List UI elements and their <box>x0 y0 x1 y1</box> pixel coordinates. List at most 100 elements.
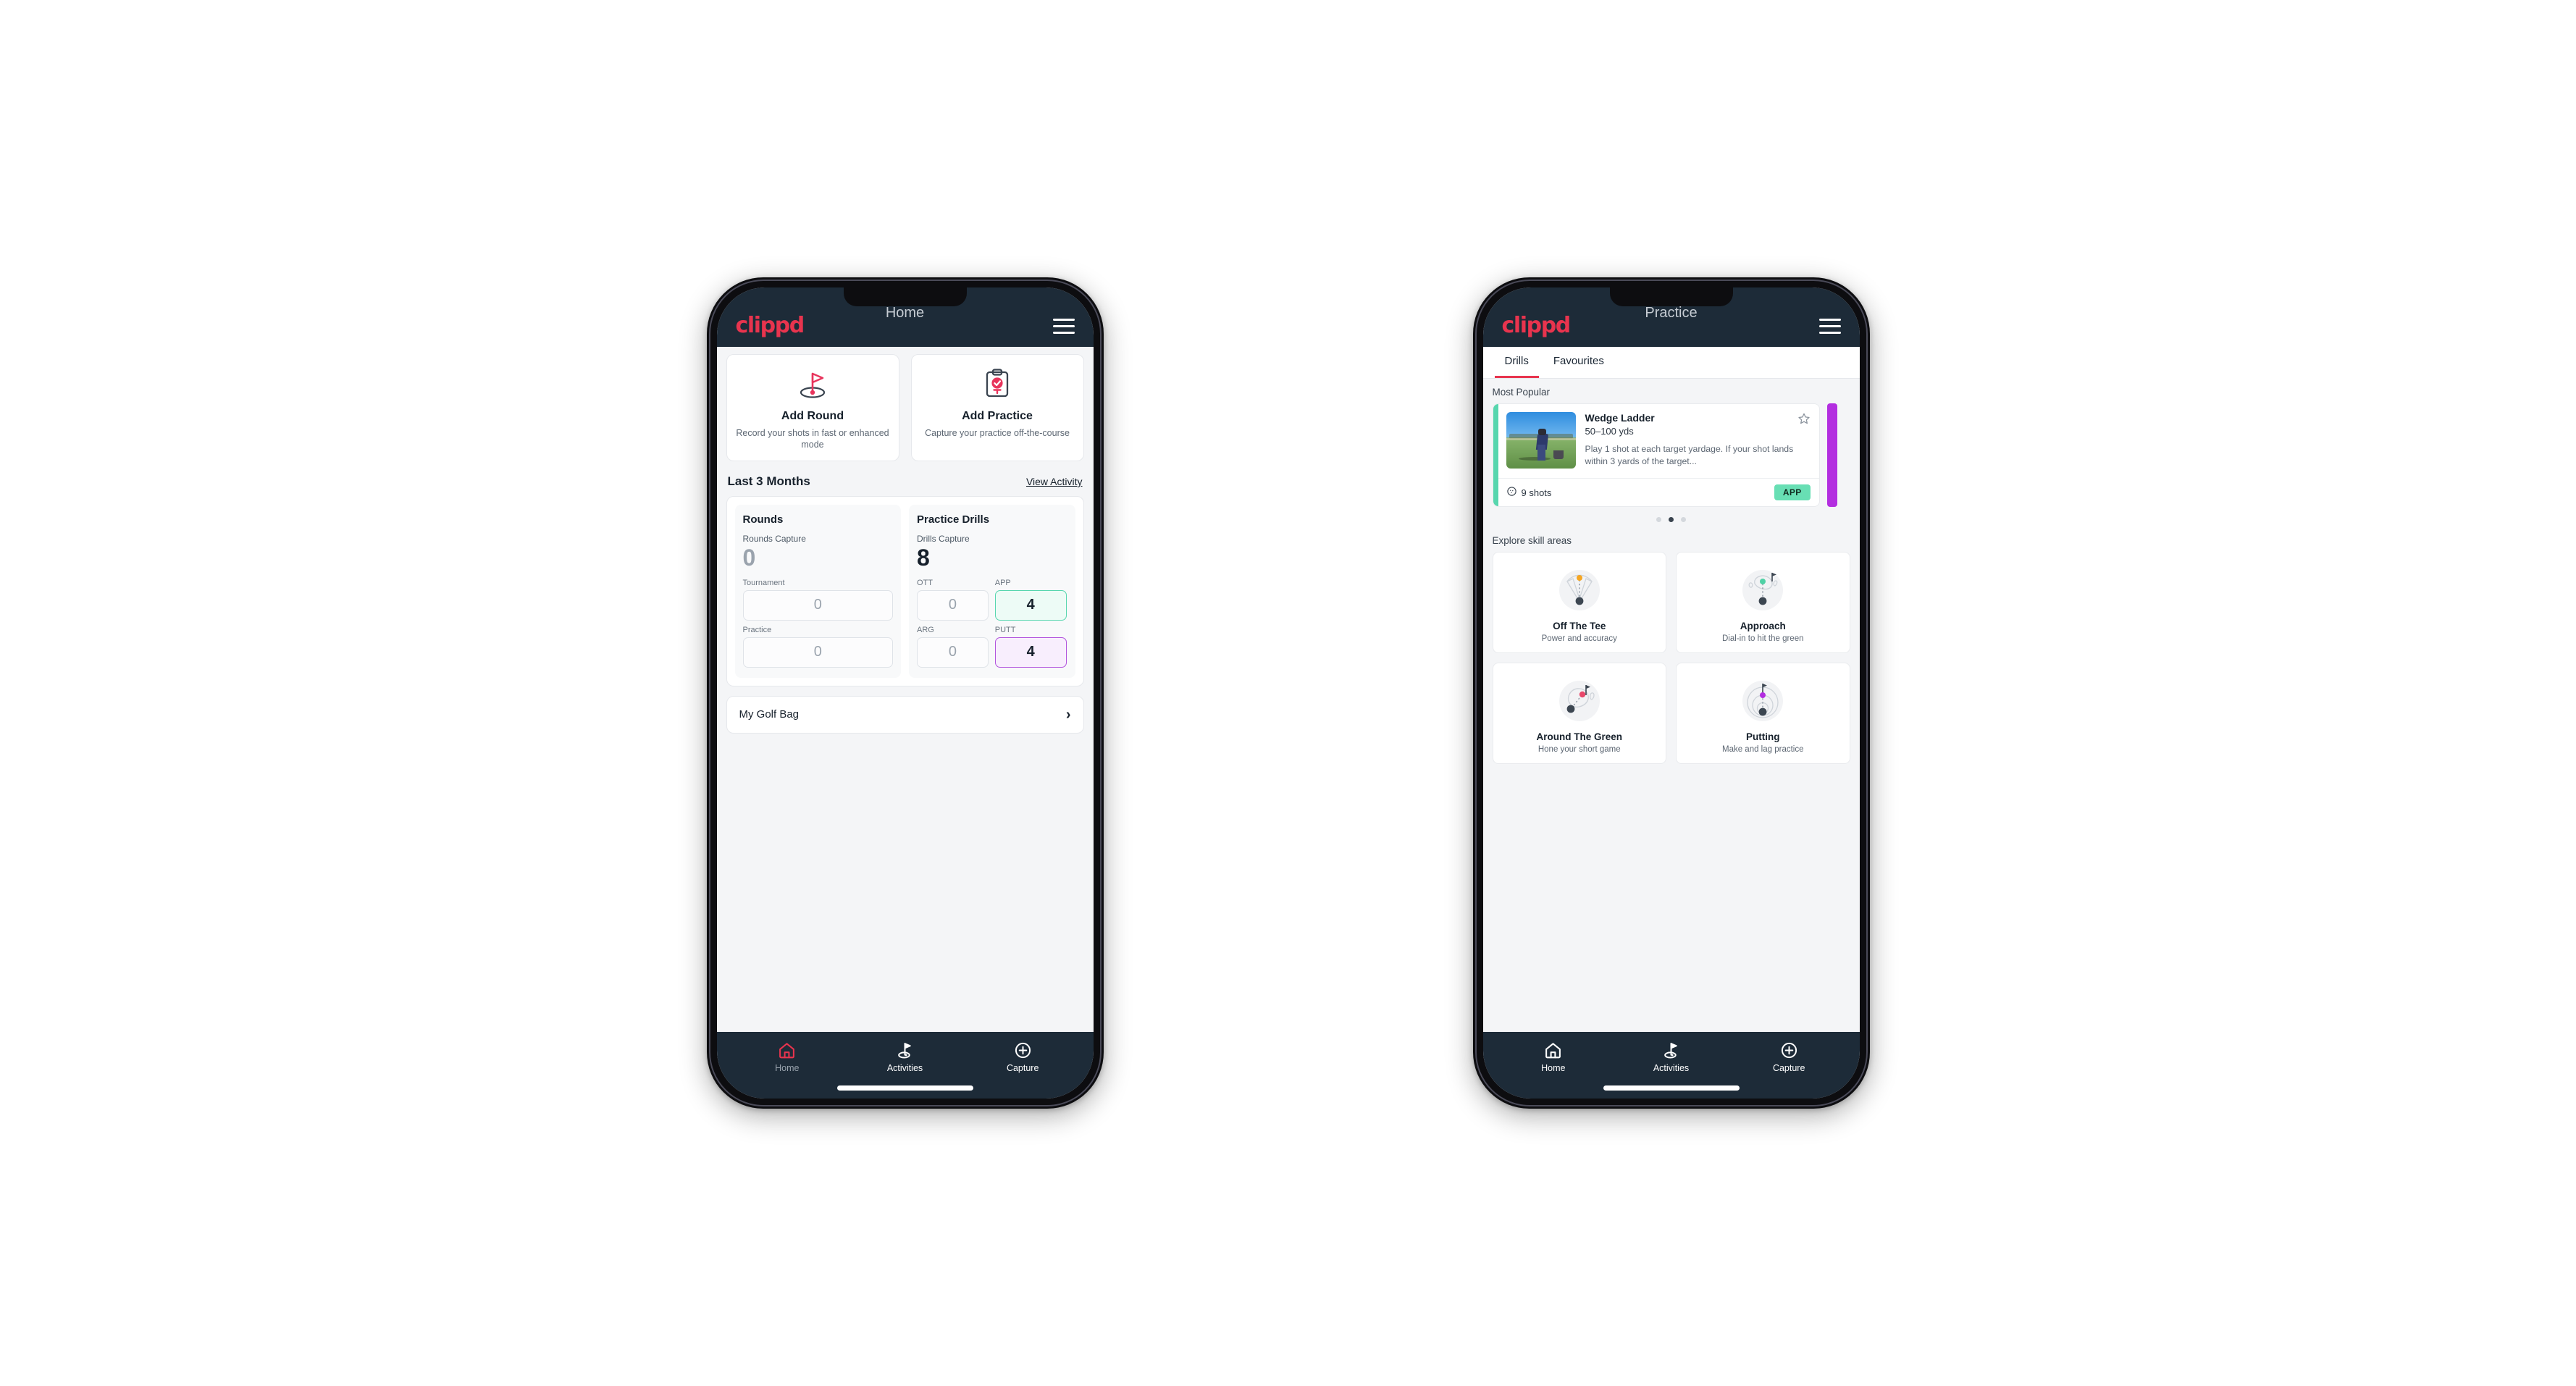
putt-box-wrap: PUTT 4 <box>994 625 1067 668</box>
drills-capture-value: 8 <box>917 545 930 571</box>
ott-value-box[interactable]: 0 <box>917 589 989 621</box>
drill-thumbnail-image <box>1506 412 1576 469</box>
drills-stat-column: Practice Drills Drills Capture 8 OTT 0 A… <box>909 505 1075 678</box>
clippd-logo: clippd <box>735 313 805 338</box>
golf-flag-icon <box>896 1041 915 1059</box>
tab-drills[interactable]: Drills <box>1494 347 1539 378</box>
nav-item-activities[interactable]: Activities <box>1612 1041 1730 1073</box>
add-practice-card[interactable]: Add Practice Capture your practice off-t… <box>910 354 1084 461</box>
skill-title-off-the-tee: Off The Tee <box>1553 621 1606 631</box>
skill-sub-approach: Dial-in to hit the green <box>1721 634 1804 643</box>
skill-card-off-the-tee[interactable]: Off The Tee Power and accuracy <box>1492 552 1666 653</box>
drill-shots-label: 9 shots <box>1521 487 1552 498</box>
arg-label: ARG <box>917 625 934 634</box>
carousel-dots <box>1493 507 1850 535</box>
arg-box-wrap: ARG 0 <box>917 626 989 668</box>
practice-content: Most Popular Wedge Ladder 50–100 yds Pla… <box>1482 379 1860 1032</box>
nav-item-activities[interactable]: Activities <box>846 1041 964 1073</box>
nav-item-home[interactable]: Home <box>1495 1041 1613 1073</box>
chip-around-green-icon <box>1499 673 1661 726</box>
skill-sub-off-the-tee: Power and accuracy <box>1541 634 1617 643</box>
home-content: Add Round Record your shots in fast or e… <box>716 347 1094 1032</box>
drills-carousel[interactable]: Wedge Ladder 50–100 yds Play 1 shot at e… <box>1492 403 1850 507</box>
practice-tabs: Drills Favourites <box>1482 347 1860 379</box>
screen-home: clippd Home Add Round Record your shots … <box>716 287 1094 1099</box>
my-golf-bag-row[interactable]: My Golf Bag › <box>726 695 1084 734</box>
section-title: Last 3 Months <box>727 474 810 488</box>
stats-card: Rounds Rounds Capture 0 Tournament 0 Pra… <box>726 496 1084 686</box>
nav-label-capture: Capture <box>1772 1063 1805 1073</box>
explore-skill-areas-label: Explore skill areas <box>1492 535 1572 546</box>
device-notch <box>843 287 967 306</box>
view-activity-link[interactable]: View Activity <box>1026 476 1083 487</box>
practice-box-wrap: Practice 0 <box>742 625 893 668</box>
add-practice-title: Add Practice <box>962 410 1033 422</box>
nav-item-capture[interactable]: Capture <box>1730 1041 1848 1073</box>
rounds-box-group: Tournament 0 Practice 0 <box>742 579 893 668</box>
skill-sub-around-the-green: Hone your short game <box>1537 745 1621 754</box>
skill-title-around-the-green: Around The Green <box>1536 731 1622 742</box>
home-indicator-bar <box>836 1085 973 1091</box>
rounds-capture-value: 0 <box>742 545 756 571</box>
drill-yardage: 50–100 yds <box>1585 426 1634 437</box>
skill-card-putting[interactable]: Putting Make and lag practice <box>1676 663 1850 764</box>
practice-label: Practice <box>742 625 772 634</box>
skill-title-putting: Putting <box>1746 731 1780 742</box>
putt-value-box[interactable]: 4 <box>994 637 1067 668</box>
chevron-right-icon: › <box>1065 706 1071 723</box>
drill-card-footer: 9 shots APP <box>1493 478 1819 506</box>
skill-card-around-the-green[interactable]: Around The Green Hone your short game <box>1492 663 1666 764</box>
app-value-box[interactable]: 4 <box>994 589 1067 621</box>
practice-value-box[interactable]: 0 <box>742 637 893 668</box>
arg-value-box[interactable]: 0 <box>917 637 989 668</box>
golf-flag-hole-icon <box>734 368 891 400</box>
carousel-dot-3[interactable] <box>1681 517 1686 522</box>
rounds-capture-label: Rounds Capture <box>742 534 806 544</box>
tee-shot-fan-icon <box>1499 563 1661 615</box>
bottom-nav-home: Home Activities Capture <box>716 1032 1094 1099</box>
add-round-subtitle: Record your shots in fast or enhanced mo… <box>736 428 889 450</box>
add-practice-subtitle: Capture your practice off-the-course <box>925 428 1070 438</box>
rounds-heading: Rounds <box>742 513 784 526</box>
most-popular-label: Most Popular <box>1492 387 1551 398</box>
app-box-wrap: APP 4 <box>994 578 1067 621</box>
golf-ball-icon <box>1506 486 1517 499</box>
nav-label-capture: Capture <box>1006 1063 1039 1073</box>
tournament-box-wrap: Tournament 0 <box>742 579 893 621</box>
carousel-dot-1[interactable] <box>1656 517 1661 522</box>
plus-circle-icon <box>1013 1041 1032 1059</box>
tournament-value-box[interactable]: 0 <box>742 589 893 621</box>
drill-card-next-peek[interactable] <box>1826 403 1837 507</box>
nav-item-home[interactable]: Home <box>729 1041 847 1073</box>
screen-practice: clippd Practice Drills Favourites Most P… <box>1482 287 1860 1099</box>
quick-actions-row: Add Round Record your shots in fast or e… <box>726 354 1084 461</box>
device-notch <box>1609 287 1733 306</box>
nav-item-capture[interactable]: Capture <box>964 1041 1082 1073</box>
add-round-card[interactable]: Add Round Record your shots in fast or e… <box>726 354 899 461</box>
drills-box-group: OTT 0 APP 4 ARG 0 PUTT 4 <box>917 579 1067 668</box>
drill-shots: 9 shots <box>1506 486 1552 499</box>
add-round-title: Add Round <box>781 410 844 422</box>
nav-label-activities: Activities <box>1653 1063 1690 1073</box>
ott-box-wrap: OTT 0 <box>917 579 989 621</box>
plus-circle-icon <box>1779 1041 1798 1059</box>
carousel-dot-2[interactable] <box>1669 517 1674 522</box>
hamburger-menu-icon[interactable] <box>1818 318 1841 334</box>
drill-card-top: Wedge Ladder 50–100 yds Play 1 shot at e… <box>1493 404 1819 478</box>
skill-card-approach[interactable]: Approach Dial-in to hit the green <box>1676 552 1850 653</box>
skill-title-approach: Approach <box>1740 621 1786 631</box>
putt-label: PUTT <box>994 625 1016 634</box>
drills-capture-label: Drills Capture <box>917 534 970 544</box>
drill-card-wedge-ladder[interactable]: Wedge Ladder 50–100 yds Play 1 shot at e… <box>1492 403 1820 507</box>
golf-flag-icon <box>1662 1041 1681 1059</box>
hamburger-menu-icon[interactable] <box>1052 318 1075 334</box>
nav-label-activities: Activities <box>886 1063 923 1073</box>
star-outline-icon[interactable] <box>1797 412 1811 425</box>
green-approach-icon <box>1682 563 1844 615</box>
drill-title: Wedge Ladder <box>1585 412 1655 424</box>
nav-label-home: Home <box>1541 1063 1566 1073</box>
app-label: APP <box>994 578 1011 587</box>
last-3-months-section-header: Last 3 Months View Activity <box>726 461 1084 496</box>
tab-favourites[interactable]: Favourites <box>1543 347 1614 378</box>
skill-areas-grid: Off The Tee Power and accuracy Approach … <box>1492 552 1850 764</box>
